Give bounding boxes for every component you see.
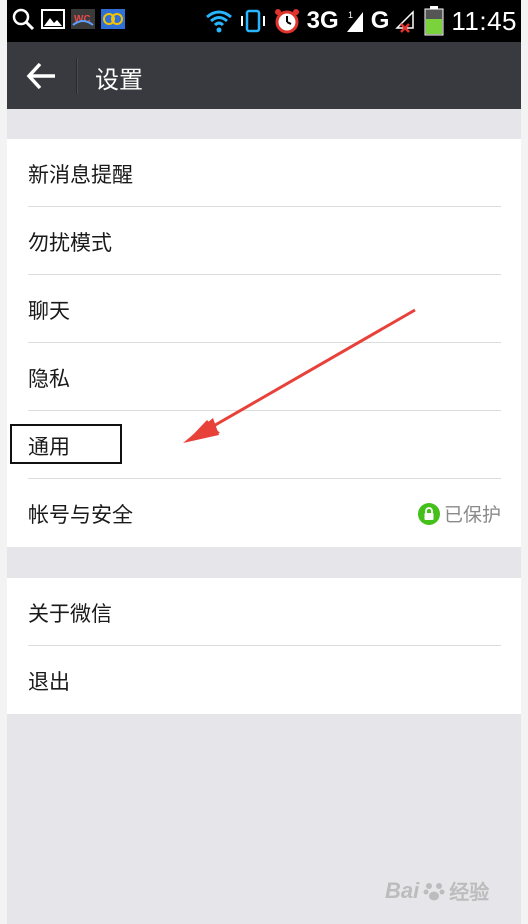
search-icon — [12, 8, 35, 31]
app-notification-icon-2 — [101, 9, 125, 29]
settings-item-account-security[interactable]: 帐号与安全 已保护 — [7, 479, 521, 547]
settings-item-label: 隐私 — [28, 367, 70, 391]
highlight-box — [10, 424, 122, 464]
protection-status-text: 已保护 — [443, 504, 501, 526]
page-title: 设置 — [95, 66, 143, 94]
settings-item-about-wechat[interactable]: 关于微信 — [7, 578, 521, 646]
gallery-icon — [41, 9, 65, 29]
settings-group-main: 新消息提醒 勿扰模式 聊天 隐私 通用 帐号与安全 已保护 — [7, 139, 521, 547]
status-bar: WC 3G 1 G 11:45 — [7, 0, 521, 42]
settings-item-label: 关于微信 — [28, 602, 112, 626]
settings-item-logout[interactable]: 退出 — [7, 646, 521, 714]
signal-icon: 1 — [346, 10, 363, 32]
wifi-icon — [205, 10, 232, 33]
settings-item-label: 聊天 — [28, 299, 70, 323]
back-arrow-icon[interactable] — [25, 59, 59, 93]
clock-time: 11:45 — [451, 5, 517, 36]
battery-icon — [424, 6, 444, 36]
watermark-text: Bai — [385, 877, 420, 903]
settings-item-label: 勿扰模式 — [28, 231, 112, 255]
settings-item-privacy[interactable]: 隐私 — [7, 343, 521, 411]
app-notification-icon: WC — [71, 9, 95, 29]
network-type-label: 3G — [306, 7, 339, 34]
lock-icon — [417, 502, 440, 525]
alarm-clock-icon — [274, 9, 299, 34]
system-icons: 3G 1 G 11:45 — [205, 4, 517, 38]
settings-item-label: 退出 — [28, 670, 70, 694]
watermark-text-2: 经验 — [449, 882, 490, 904]
notification-icons: WC — [11, 7, 125, 31]
title-bar: 设置 — [7, 42, 521, 109]
signal-no-service-icon — [395, 10, 415, 33]
protection-status: 已保护 — [417, 500, 501, 527]
settings-item-label: 新消息提醒 — [28, 163, 133, 187]
settings-group-secondary: 关于微信 退出 — [7, 578, 521, 714]
paw-logo-icon — [423, 882, 445, 900]
phone-screen: WC 3G 1 G 11:45 设置 新消息提醒 勿扰模式 聊天 隐私 通用 帐… — [7, 0, 521, 924]
settings-item-new-message-alerts[interactable]: 新消息提醒 — [7, 139, 521, 207]
title-divider — [76, 58, 78, 94]
settings-item-do-not-disturb[interactable]: 勿扰模式 — [7, 207, 521, 275]
baidu-watermark: Bai 经验 — [385, 876, 489, 905]
vibrate-icon — [240, 9, 265, 33]
settings-item-label: 帐号与安全 — [28, 503, 133, 527]
settings-item-chat[interactable]: 聊天 — [7, 275, 521, 343]
svg-text:1: 1 — [348, 10, 353, 20]
network-type-label-2: G — [370, 7, 390, 34]
